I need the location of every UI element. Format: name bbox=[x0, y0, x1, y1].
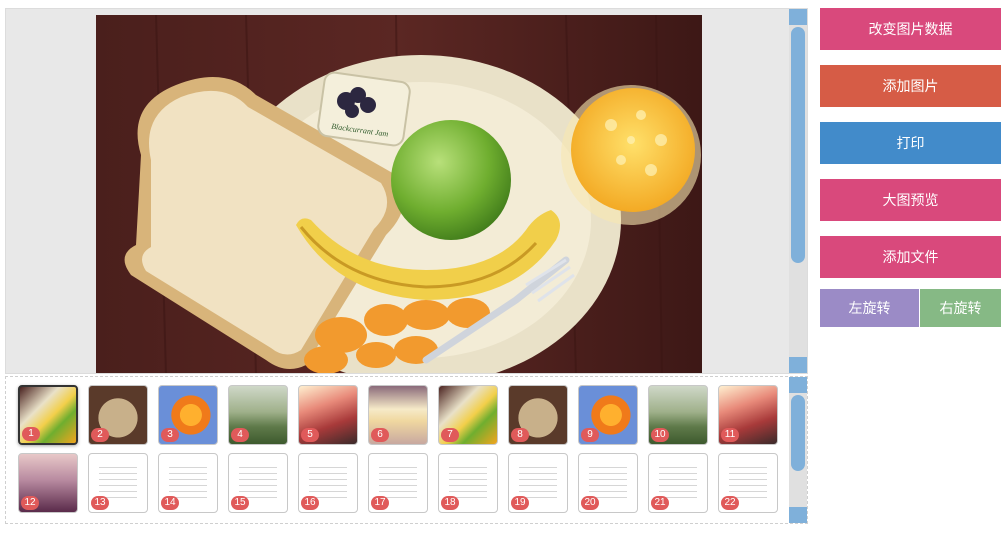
thumbnail-item[interactable]: 1 bbox=[18, 385, 78, 445]
thumbnail-item[interactable]: 4 bbox=[228, 385, 288, 445]
thumbnail-number-badge: 11 bbox=[721, 428, 739, 442]
main-image: Blackcurrant Jam bbox=[96, 15, 702, 373]
thumbnail-number-badge: 17 bbox=[371, 496, 389, 510]
thumbnail-item[interactable]: 15 bbox=[228, 453, 288, 513]
thumbnail-number-badge: 10 bbox=[651, 428, 669, 442]
change-data-button[interactable]: 改变图片数据 bbox=[820, 8, 1001, 50]
thumbnail-item[interactable]: 6 bbox=[368, 385, 428, 445]
strip-scrollbar[interactable] bbox=[789, 377, 807, 523]
rotate-left-button[interactable]: 左旋转 bbox=[820, 289, 919, 327]
thumbnail-item[interactable]: 12 bbox=[18, 453, 78, 513]
thumbnail-number-badge: 3 bbox=[161, 428, 179, 442]
breakfast-photo: Blackcurrant Jam bbox=[96, 15, 702, 373]
image-viewer: Blackcurrant Jam bbox=[5, 8, 808, 374]
scroll-down-arrow[interactable] bbox=[789, 357, 807, 373]
thumbnail-number-badge: 4 bbox=[231, 428, 249, 442]
thumbnail-number-badge: 16 bbox=[301, 496, 319, 510]
thumbnail-item[interactable]: 2 bbox=[88, 385, 148, 445]
thumbnail-number-badge: 20 bbox=[581, 496, 599, 510]
strip-scroll-up-arrow[interactable] bbox=[789, 377, 807, 393]
thumbnail-item[interactable]: 10 bbox=[648, 385, 708, 445]
strip-scroll-thumb[interactable] bbox=[791, 395, 805, 471]
thumbnail-number-badge: 13 bbox=[91, 496, 109, 510]
thumbnail-number-badge: 14 bbox=[161, 496, 179, 510]
thumbnail-number-badge: 19 bbox=[511, 496, 529, 510]
viewer-scrollbar[interactable] bbox=[789, 9, 807, 373]
thumbnail-item[interactable]: 5 bbox=[298, 385, 358, 445]
add-image-button[interactable]: 添加图片 bbox=[820, 65, 1001, 107]
scroll-thumb[interactable] bbox=[791, 27, 805, 263]
thumbnail-item[interactable]: 7 bbox=[438, 385, 498, 445]
add-file-button[interactable]: 添加文件 bbox=[820, 236, 1001, 278]
rotate-right-button[interactable]: 右旋转 bbox=[920, 289, 1001, 327]
thumbnail-item[interactable]: 18 bbox=[438, 453, 498, 513]
thumbnail-number-badge: 8 bbox=[511, 428, 529, 442]
thumbnail-item[interactable]: 11 bbox=[718, 385, 778, 445]
thumbnail-item[interactable]: 3 bbox=[158, 385, 218, 445]
thumbnail-item[interactable]: 21 bbox=[648, 453, 708, 513]
print-button[interactable]: 打印 bbox=[820, 122, 1001, 164]
thumbnail-item[interactable]: 8 bbox=[508, 385, 568, 445]
thumbnail-item[interactable]: 14 bbox=[158, 453, 218, 513]
thumbnail-number-badge: 1 bbox=[22, 427, 40, 441]
thumbnail-number-badge: 7 bbox=[441, 428, 459, 442]
thumbnail-number-badge: 6 bbox=[371, 428, 389, 442]
thumbnail-number-badge: 2 bbox=[91, 428, 109, 442]
thumbnail-item[interactable]: 20 bbox=[578, 453, 638, 513]
thumbnail-item[interactable]: 16 bbox=[298, 453, 358, 513]
thumbnail-number-badge: 22 bbox=[721, 496, 739, 510]
preview-button[interactable]: 大图预览 bbox=[820, 179, 1001, 221]
thumbnail-number-badge: 5 bbox=[301, 428, 319, 442]
thumbnail-number-badge: 12 bbox=[21, 496, 39, 510]
thumbnail-item[interactable]: 17 bbox=[368, 453, 428, 513]
thumbnail-number-badge: 9 bbox=[581, 428, 599, 442]
scroll-up-arrow[interactable] bbox=[789, 9, 807, 25]
thumbnail-number-badge: 21 bbox=[651, 496, 669, 510]
thumbnail-item[interactable]: 13 bbox=[88, 453, 148, 513]
thumbnail-item[interactable]: 22 bbox=[718, 453, 778, 513]
thumbnail-strip: 1 2 3 4 5 6 7 8 9 10 11 12 13 14 15 16 17 18 19 20 21 22 bbox=[5, 376, 808, 524]
thumbnail-number-badge: 18 bbox=[441, 496, 459, 510]
strip-scroll-down-arrow[interactable] bbox=[789, 507, 807, 523]
thumbnail-number-badge: 15 bbox=[231, 496, 249, 510]
thumbnail-item[interactable]: 9 bbox=[578, 385, 638, 445]
thumbnail-item[interactable]: 19 bbox=[508, 453, 568, 513]
